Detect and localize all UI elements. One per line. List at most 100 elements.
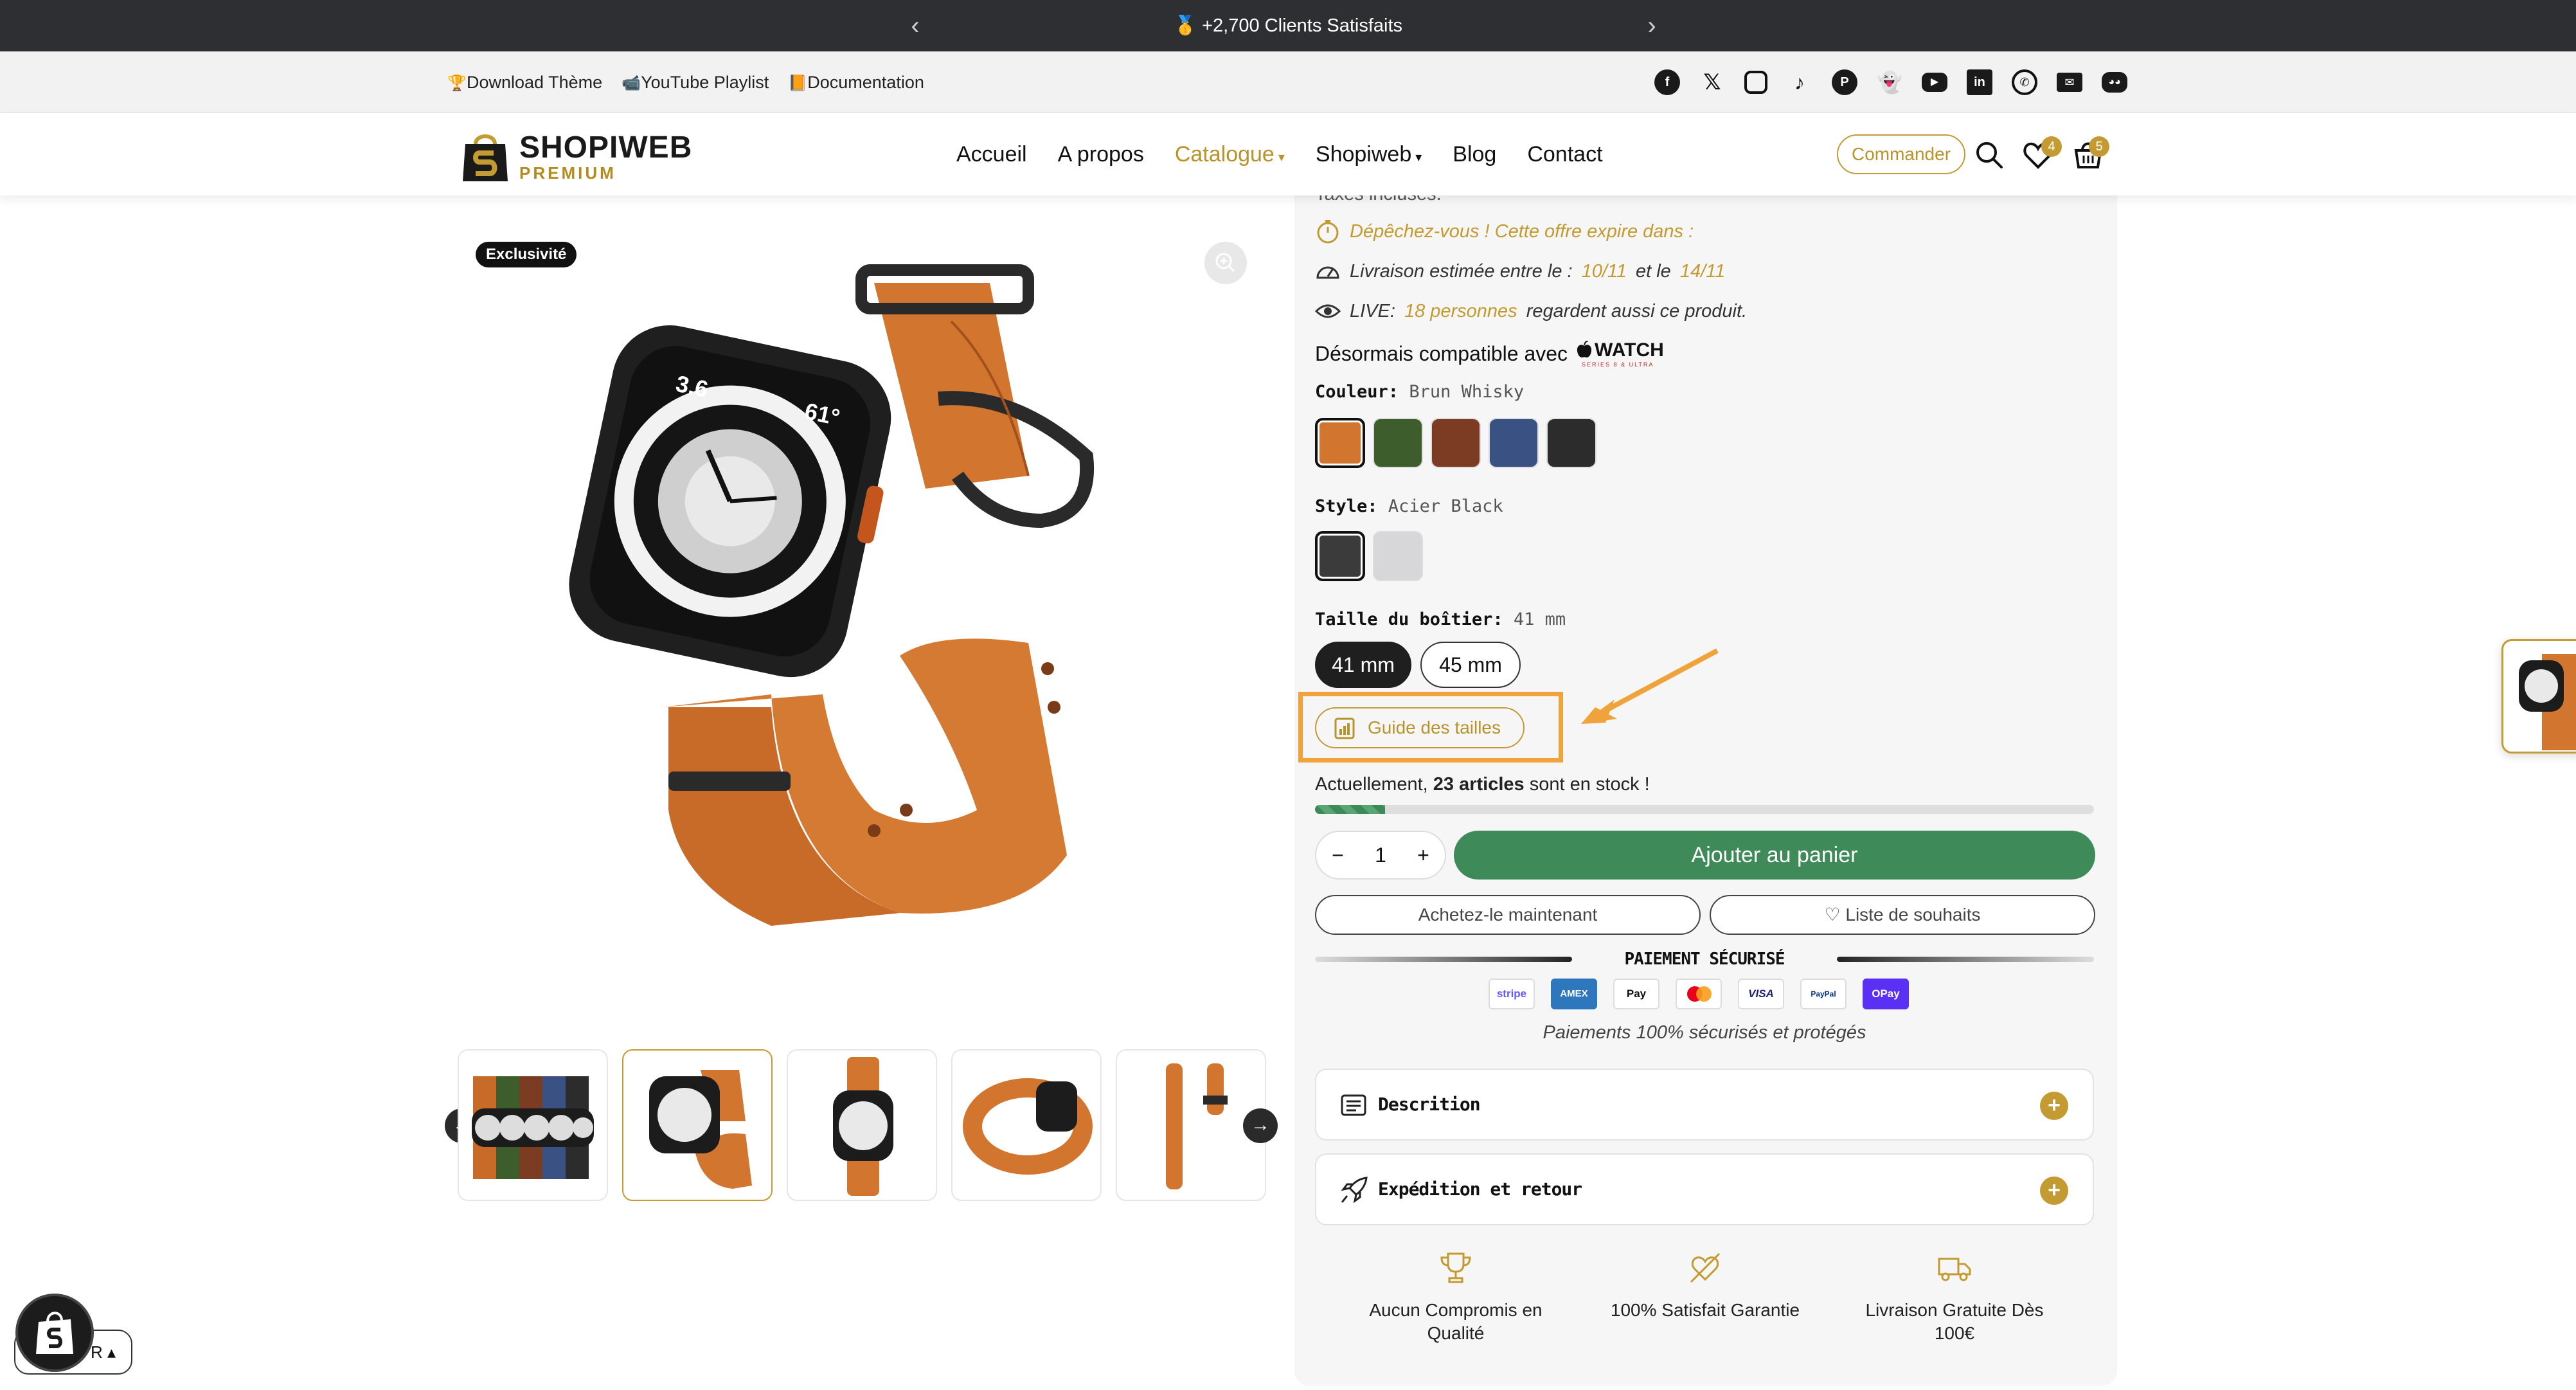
accordion-description[interactable]: Descrition + — [1315, 1069, 2094, 1141]
feature-satisfaction-text: 100% Satisfait Garantie — [1610, 1300, 1800, 1320]
announcement-bar: ‹ 🥇 +2,700 Clients Satisfaits › — [0, 0, 2576, 51]
swatch-blue[interactable] — [1489, 418, 1539, 468]
hurry-text: Dépêchez-vous ! Cette offre expire dans … — [1350, 221, 1694, 242]
documentation-label: Documentation — [807, 72, 924, 92]
linkedin-icon[interactable]: in — [1967, 69, 1992, 95]
live-row: LIVE: 18 personnes regardent aussi ce pr… — [1315, 298, 1747, 324]
search-icon[interactable] — [1973, 139, 2005, 171]
swatch-brun-whisky[interactable] — [1315, 418, 1365, 468]
wishlist-button[interactable]: ♡ Liste de souhaits — [1710, 895, 2095, 935]
gallery-next-arrow-icon[interactable]: → — [1243, 1108, 1278, 1143]
nav-contact[interactable]: Contact — [1527, 142, 1602, 167]
accordion-description-label: Descrition — [1378, 1094, 1481, 1115]
zoom-button[interactable] — [1204, 242, 1247, 284]
pinterest-icon[interactable]: P — [1832, 69, 1857, 95]
size-value: 41 mm — [1513, 609, 1566, 629]
thumbnail-all-colors[interactable] — [458, 1049, 608, 1201]
feature-free-shipping-text: Livraison Gratuite Dès 100€ — [1865, 1300, 2044, 1343]
logo-tagline: PREMIUM — [519, 163, 616, 183]
compat-row: Désormais compatible avec WATCH SERIES 8… — [1315, 339, 1673, 368]
add-to-cart-button[interactable]: Ajouter au panier — [1454, 831, 2095, 880]
size-guide-button[interactable]: Guide des tailles — [1315, 707, 1525, 748]
quantity-stepper[interactable]: − 1 + — [1315, 831, 1446, 880]
stock-progress-fill — [1315, 805, 1386, 814]
nav-a-propos[interactable]: A propos — [1058, 142, 1144, 167]
style-acier-black[interactable] — [1315, 531, 1365, 581]
wishlist-count-badge: 4 — [2041, 136, 2062, 157]
nav-shopiweb[interactable]: Shopiweb ▾ — [1316, 142, 1422, 167]
plus-icon[interactable]: + — [1417, 844, 1429, 867]
plus-icon[interactable]: + — [2040, 1092, 2068, 1120]
nav-accueil[interactable]: Accueil — [956, 142, 1027, 167]
eye-icon — [1315, 304, 1341, 318]
product-main-image[interactable]: 3.6 61° — [540, 244, 1170, 958]
apple-watch-logo: WATCH SERIES 8 & ULTRA — [1577, 339, 1673, 368]
stock-text: Actuellement, 23 articles sont en stock … — [1315, 774, 1650, 795]
nav-catalogue[interactable]: Catalogue ▾ — [1175, 142, 1285, 167]
color-option-label: Couleur: Brun Whisky — [1315, 382, 1524, 402]
tiktok-icon[interactable]: ♪ — [1787, 69, 1812, 95]
thumbnail-side[interactable] — [951, 1049, 1102, 1201]
youtube-playlist-link[interactable]: 📹YouTube Playlist — [622, 73, 769, 93]
shopiweb-logo[interactable]: SHOPIWEB PREMIUM — [460, 125, 692, 186]
document-lines-icon — [1341, 1094, 1366, 1116]
shopping-bag-logo-icon — [463, 134, 508, 181]
minus-icon[interactable]: − — [1332, 844, 1344, 867]
x-icon[interactable]: 𝕏 — [1699, 69, 1725, 95]
opay-icon: OPay — [1863, 979, 1909, 1009]
color-label: Couleur: — [1315, 382, 1399, 402]
live-prefix: LIVE: — [1350, 300, 1395, 321]
cart-count-badge: 5 — [2089, 136, 2109, 157]
documentation-link[interactable]: 📙Documentation — [788, 73, 924, 93]
download-theme-label: Download Thème — [467, 72, 603, 92]
compat-brand: WATCH — [1595, 339, 1664, 361]
snapchat-icon[interactable]: 👻 — [1877, 69, 1902, 95]
swatch-green[interactable] — [1373, 418, 1423, 468]
sticky-product-preview[interactable] — [2501, 639, 2576, 754]
whatsapp-icon[interactable]: ✆ — [2012, 69, 2037, 95]
size-option-label: Taille du boîtier: 41 mm — [1315, 609, 1566, 629]
order-button[interactable]: Commander — [1837, 134, 1965, 174]
swatch-black[interactable] — [1546, 418, 1597, 468]
quantity-value[interactable]: 1 — [1375, 844, 1386, 867]
zoom-in-icon — [1215, 253, 1235, 273]
accordion-shipping-label: Expédition et retour — [1378, 1178, 1582, 1200]
feature-satisfaction: 100% Satisfait Garantie — [1599, 1250, 1811, 1322]
hurry-row: Dépêchez-vous ! Cette offre expire dans … — [1315, 219, 1694, 244]
thumbnail-image — [649, 1070, 752, 1189]
book-icon: 📙 — [788, 74, 808, 92]
feature-quality-text: Aucun Compromis en Qualité — [1369, 1300, 1543, 1343]
shopify-badge[interactable] — [15, 1294, 94, 1372]
utility-bar: 🏆Download Thème 📹YouTube Playlist 📙Docum… — [0, 51, 2576, 113]
email-icon[interactable]: ✉ — [2057, 73, 2082, 92]
apple-icon — [1577, 341, 1592, 357]
color-value: Brun Whisky — [1409, 382, 1525, 402]
thumbnail-front[interactable] — [787, 1049, 937, 1201]
main-header: SHOPIWEB PREMIUM Accueil A propos Catalo… — [0, 113, 2576, 195]
plus-icon[interactable]: + — [2040, 1177, 2068, 1205]
discord-icon[interactable]: ◕◕ — [2102, 72, 2127, 93]
facebook-icon[interactable]: f — [1654, 69, 1680, 95]
style-acier-silver[interactable] — [1373, 531, 1423, 581]
stock-count: 23 articles — [1433, 774, 1525, 795]
stock-progress-bar — [1315, 805, 2094, 814]
thumbnail-image — [472, 1076, 594, 1179]
secure-payment-divider: PAIEMENT SÉCURISÉ — [1315, 946, 2094, 972]
accordion-shipping[interactable]: Expédition et retour + — [1315, 1153, 2094, 1225]
announcement-next-arrow-icon[interactable]: › — [1638, 12, 1666, 40]
style-label: Style: — [1315, 496, 1378, 516]
instagram-icon[interactable] — [1744, 71, 1767, 94]
size-41mm-button[interactable]: 41 mm — [1315, 642, 1411, 688]
nav-blog[interactable]: Blog — [1453, 142, 1496, 167]
size-45mm-button[interactable]: 45 mm — [1420, 642, 1521, 688]
download-theme-link[interactable]: 🏆Download Thème — [447, 73, 602, 93]
size-guide-label: Guide des tailles — [1368, 718, 1501, 737]
compat-series: SERIES 8 & ULTRA — [1582, 361, 1654, 368]
style-option-label: Style: Acier Black — [1315, 496, 1503, 516]
youtube-icon[interactable]: ▶ — [1922, 73, 1947, 92]
announcement-text: 🥇 +2,700 Clients Satisfaits — [1173, 15, 1403, 36]
buy-now-button[interactable]: Achetez-le maintenant — [1315, 895, 1701, 935]
product-preview-image — [2519, 654, 2576, 750]
swatch-brown[interactable] — [1431, 418, 1481, 468]
thumbnail-main[interactable] — [622, 1049, 773, 1201]
